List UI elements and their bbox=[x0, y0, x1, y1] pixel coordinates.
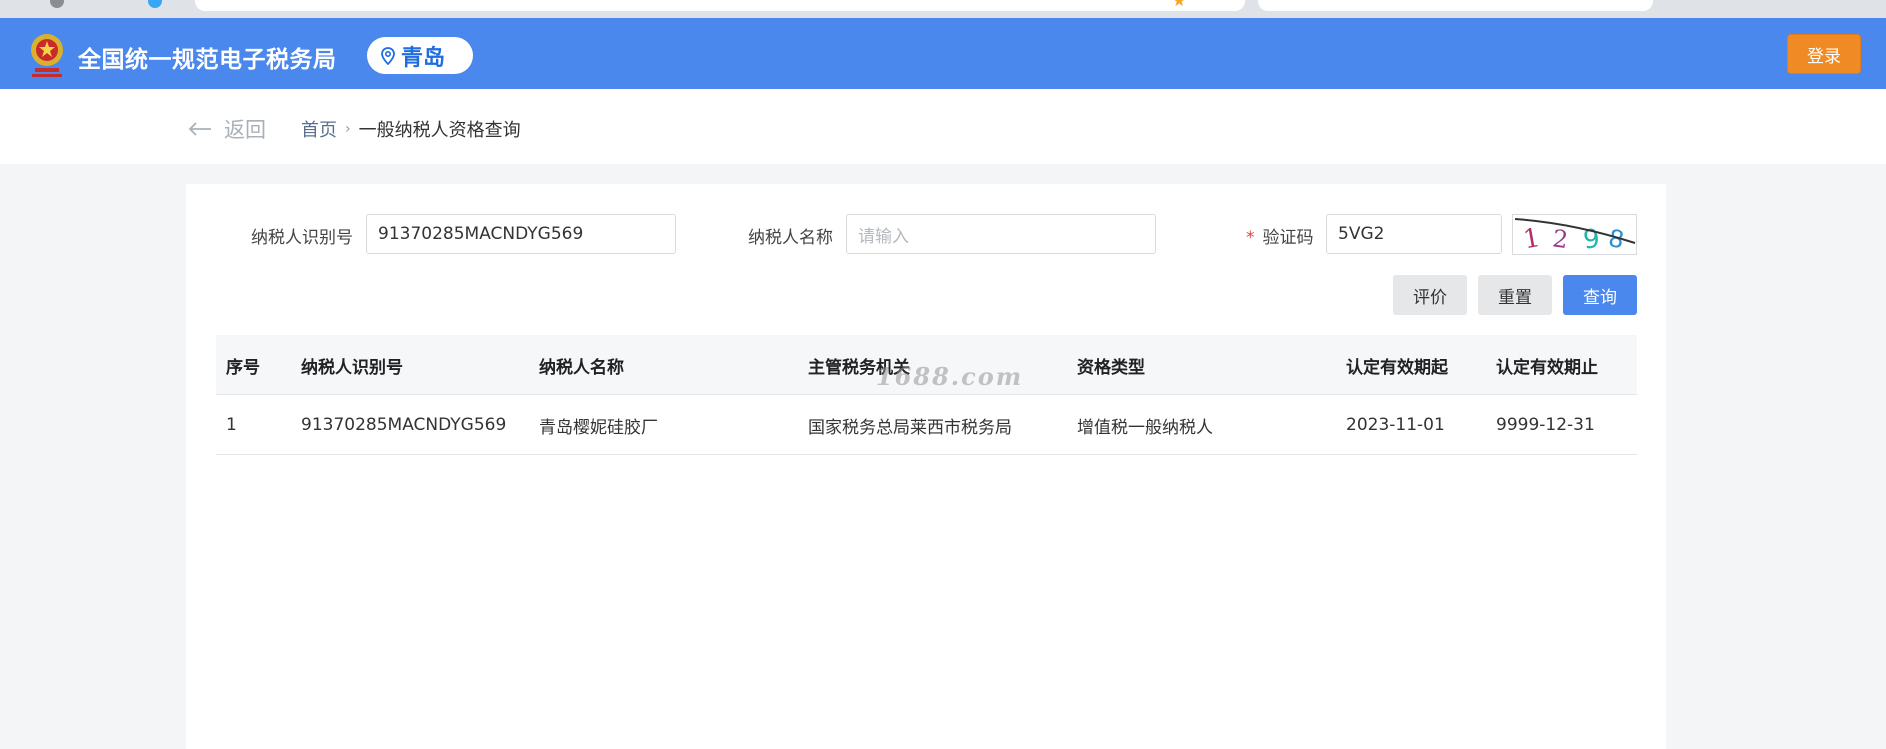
bookmark-star-icon[interactable]: ★ bbox=[1172, 0, 1186, 9]
city-label: 青岛 bbox=[401, 45, 446, 71]
address-bar[interactable] bbox=[195, 0, 1245, 11]
watermark-text: 1688.com bbox=[876, 362, 1024, 391]
cell-taxpayer-name: 青岛樱妮硅胶厂 bbox=[539, 417, 658, 438]
tax-emblem-icon bbox=[31, 34, 63, 77]
reload-icon[interactable] bbox=[50, 0, 64, 8]
col-header-valid-to: 认定有效期止 bbox=[1496, 357, 1598, 378]
captcha-graphic: 1 2 9 8 bbox=[1514, 218, 1636, 256]
cell-taxpayer-id: 91370285MACNDYG569 bbox=[301, 415, 507, 435]
evaluate-button[interactable]: 评价 bbox=[1393, 275, 1467, 315]
col-header-taxpayer-id: 纳税人识别号 bbox=[301, 357, 403, 378]
query-panel: 纳税人识别号 91370285MACNDYG569 纳税人名称 请输入 * 验证码… bbox=[186, 184, 1666, 749]
captcha-char: 1 bbox=[1521, 223, 1543, 254]
captcha-image[interactable]: 1 2 9 8 bbox=[1512, 214, 1637, 256]
extension-icon[interactable] bbox=[148, 0, 162, 8]
table-row[interactable]: 1 91370285MACNDYG569 青岛樱妮硅胶厂 国家税务总局莱西市税务… bbox=[216, 395, 1637, 455]
cell-valid-from: 2023-11-01 bbox=[1346, 415, 1445, 435]
arrow-left-icon bbox=[188, 122, 211, 136]
col-header-valid-from: 认定有效期起 bbox=[1346, 357, 1448, 378]
chevron-right-icon: › bbox=[345, 121, 351, 137]
col-header-index: 序号 bbox=[226, 357, 260, 378]
site-title: 全国统一规范电子税务局 bbox=[78, 47, 337, 73]
cell-qualification-type: 增值税一般纳税人 bbox=[1077, 417, 1213, 438]
taxpayer-name-input[interactable]: 请输入 bbox=[846, 214, 1156, 254]
browser-toolbar: ★ bbox=[0, 0, 1886, 18]
results-table: 序号 纳税人识别号 纳税人名称 主管税务机关 资格类型 认定有效期起 认定有效期… bbox=[216, 335, 1637, 455]
col-header-taxpayer-name: 纳税人名称 bbox=[539, 357, 624, 378]
breadcrumb-current: 一般纳税人资格查询 bbox=[358, 120, 521, 141]
cell-tax-authority: 国家税务总局莱西市税务局 bbox=[808, 417, 1012, 438]
breadcrumb-bar: 返回 首页 › 一般纳税人资格查询 bbox=[0, 89, 1886, 164]
city-selector[interactable]: 青岛 bbox=[367, 37, 473, 74]
back-label: 返回 bbox=[224, 118, 266, 142]
taxpayer-name-label: 纳税人名称 bbox=[748, 228, 833, 248]
captcha-label: * 验证码 bbox=[1246, 223, 1314, 248]
reset-button[interactable]: 重置 bbox=[1478, 275, 1552, 315]
col-header-qualification-type: 资格类型 bbox=[1077, 357, 1145, 378]
login-button[interactable]: 登录 bbox=[1787, 34, 1861, 74]
captcha-label-text: 验证码 bbox=[1262, 228, 1314, 248]
back-button[interactable]: 返回 bbox=[188, 114, 266, 144]
site-header: 全国统一规范电子税务局 青岛 登录 bbox=[0, 18, 1886, 89]
browser-search-box[interactable] bbox=[1258, 0, 1653, 11]
breadcrumb: 首页 › 一般纳税人资格查询 bbox=[301, 116, 521, 142]
breadcrumb-home-link[interactable]: 首页 bbox=[301, 116, 337, 142]
required-mark: * bbox=[1246, 228, 1255, 248]
captcha-input[interactable]: 5VG2 bbox=[1326, 214, 1502, 254]
query-button[interactable]: 查询 bbox=[1563, 275, 1637, 315]
location-pin-icon bbox=[381, 46, 395, 65]
cell-valid-to: 9999-12-31 bbox=[1496, 415, 1595, 435]
cell-index: 1 bbox=[226, 415, 237, 435]
taxpayer-id-label: 纳税人识别号 bbox=[251, 228, 353, 248]
taxpayer-id-input[interactable]: 91370285MACNDYG569 bbox=[366, 214, 676, 254]
captcha-char: 2 bbox=[1551, 224, 1570, 254]
